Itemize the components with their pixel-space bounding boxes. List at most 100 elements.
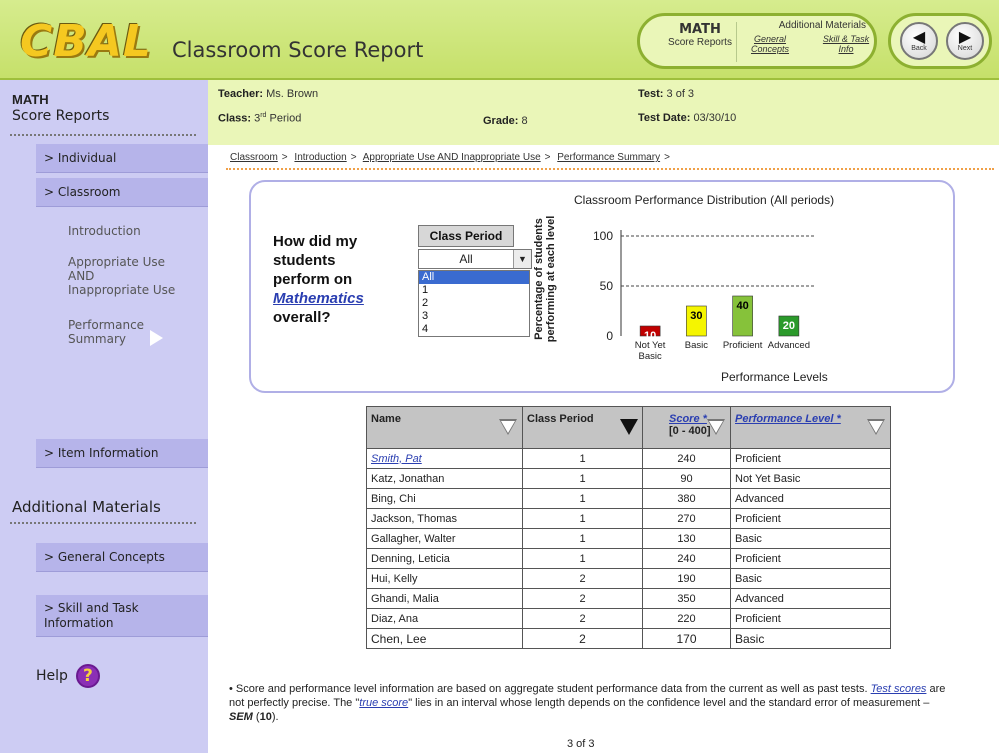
back-arrow-icon: ◀ (912, 29, 926, 46)
chart-title: Classroom Performance Distribution (All … (574, 193, 835, 207)
sem-label: SEM (229, 711, 253, 723)
nav-pill: MATH Score Reports Additional Materials … (637, 13, 877, 69)
sort-triangle-icon[interactable] (867, 419, 885, 435)
sidebar-item-item-information[interactable]: > Item Information (36, 439, 208, 468)
nav-math-score-reports[interactable]: MATH Score Reports (668, 22, 732, 48)
next-button[interactable]: ▶ Next (946, 22, 984, 60)
score-cell: 350 (642, 588, 731, 609)
breadcrumb-separator: > (544, 152, 551, 163)
sidebar-item-classroom[interactable]: > Classroom (36, 178, 208, 207)
x-category-label: Basic (685, 340, 708, 351)
y-tick-label: 50 (600, 279, 614, 293)
footnote-text-5: ). (271, 711, 279, 723)
test-scores-link[interactable]: Test scores (871, 683, 927, 695)
class-period-select[interactable]: All ▼ (418, 249, 532, 269)
sem-value: 10 (259, 711, 272, 723)
student-name-cell[interactable]: Smith, Pat (366, 448, 523, 469)
question-line-1: How did my (273, 233, 358, 250)
breadcrumb: Classroom > Introduction > Appropriate Use… (230, 152, 674, 163)
nav-link-general-concepts[interactable]: General Concepts (746, 34, 794, 54)
sidebar-sub-appropriate-use[interactable]: Appropriate Use AND Inappropriate Use (68, 255, 178, 297)
breadcrumb-appropriate-use[interactable]: Appropriate Use AND Inappropriate Use (363, 152, 541, 163)
breadcrumb-separator: > (281, 152, 288, 163)
column-header-score-link[interactable]: Score * (669, 413, 707, 425)
class-period-cell: 2 (522, 608, 643, 629)
column-header-score[interactable]: Score * [0 - 400] (642, 406, 731, 449)
help-button[interactable]: Help ? (36, 664, 100, 688)
student-name-cell: Diaz, Ana (366, 608, 523, 629)
breadcrumb-classroom[interactable]: Classroom (230, 152, 278, 163)
table-row: Jackson, Thomas 1 270 Proficient (366, 508, 891, 529)
sort-triangle-icon[interactable] (707, 419, 725, 435)
table-row: Hui, Kelly 2 190 Basic (366, 568, 891, 589)
nav-math-title: MATH (679, 22, 721, 37)
class-value-rest: Period (269, 112, 302, 125)
student-name-cell: Denning, Leticia (366, 548, 523, 569)
student-name-cell: Jackson, Thomas (366, 508, 523, 529)
test-label: Test: (638, 88, 664, 100)
sidebar: MATH Score Reports > Individual > Classr… (0, 80, 208, 753)
true-score-link[interactable]: true score (359, 697, 408, 709)
sort-triangle-icon[interactable] (499, 419, 517, 435)
student-scores-table: Name Class Period Score * [0 - 400] Perf… (366, 406, 891, 649)
class-period-cell: 1 (522, 528, 643, 549)
grade-value: 8 (521, 115, 528, 127)
breadcrumb-introduction[interactable]: Introduction (294, 152, 346, 163)
student-name-cell: Katz, Jonathan (366, 468, 523, 489)
performance-level-cell: Proficient (730, 448, 891, 469)
back-button[interactable]: ◀ Back (900, 22, 938, 60)
sidebar-item-general-concepts[interactable]: > General Concepts (36, 543, 208, 572)
sidebar-item-skill-task[interactable]: > Skill and Task Information (36, 595, 208, 637)
back-label: Back (911, 45, 927, 52)
class-period-options: All 1 2 3 4 (418, 270, 530, 337)
score-range: [0 - 400] (669, 425, 711, 437)
column-header-name[interactable]: Name (366, 406, 523, 449)
student-name-link[interactable]: Smith, Pat (371, 453, 422, 465)
sidebar-sub-performance-summary[interactable]: Performance Summary (68, 318, 148, 346)
column-header-class-period[interactable]: Class Period (522, 406, 643, 449)
class-period-option-3[interactable]: 3 (419, 310, 529, 323)
performance-level-cell: Proficient (730, 608, 891, 629)
question-line-5: overall? (273, 309, 331, 326)
class-period-option-2[interactable]: 2 (419, 297, 529, 310)
breadcrumb-separator: > (664, 152, 670, 163)
sidebar-divider (10, 522, 196, 524)
next-arrow-icon: ▶ (958, 29, 972, 46)
class-period-cell: 1 (522, 448, 643, 469)
grade-info: Grade: 8 (483, 115, 528, 127)
teacher-info: Teacher: Ms. Brown (218, 88, 318, 100)
chart-x-axis-label: Performance Levels (721, 370, 828, 384)
score-cell: 130 (642, 528, 731, 549)
dropdown-arrow-icon[interactable]: ▼ (513, 250, 531, 268)
help-question-icon: ? (75, 664, 100, 688)
teacher-label: Teacher: (218, 88, 264, 100)
sidebar-item-individual[interactable]: > Individual (36, 144, 208, 173)
sidebar-heading-math: MATH (12, 92, 49, 107)
column-header-level-link[interactable]: Performance Level * (735, 413, 841, 425)
score-cell: 190 (642, 568, 731, 589)
breadcrumb-performance-summary[interactable]: Performance Summary (557, 152, 660, 163)
bar-value-label: 30 (690, 310, 702, 322)
student-name-cell: Ghandi, Malia (366, 588, 523, 609)
page-number: 3 of 3 (567, 738, 595, 750)
class-period-filter: Class Period All ▼ All 1 2 3 4 (418, 225, 532, 337)
class-period-option-1[interactable]: 1 (419, 284, 529, 297)
test-info: Test: 3 of 3 (638, 88, 694, 100)
performance-level-cell: Basic (730, 568, 891, 589)
sidebar-heading-score-reports: Score Reports (12, 108, 110, 124)
sidebar-sub-introduction[interactable]: Introduction (68, 224, 141, 238)
class-period-cell: 2 (522, 588, 643, 609)
sort-active-triangle-icon[interactable] (620, 419, 638, 435)
score-cell: 90 (642, 468, 731, 489)
x-category-label: Not Yet (635, 340, 666, 351)
student-name-cell: Hui, Kelly (366, 568, 523, 589)
mathematics-link[interactable]: Mathematics (273, 290, 364, 307)
class-period-option-4[interactable]: 4 (419, 323, 529, 336)
score-cell: 270 (642, 508, 731, 529)
performance-panel: How did my students perform on Mathemati… (249, 180, 955, 393)
nav-link-skill-task-info[interactable]: Skill & Task Info (822, 34, 870, 54)
class-period-option-all[interactable]: All (419, 271, 529, 284)
sidebar-divider (10, 134, 196, 136)
column-header-performance-level[interactable]: Performance Level * (730, 406, 891, 449)
cbal-logo: CBAL (20, 16, 152, 67)
